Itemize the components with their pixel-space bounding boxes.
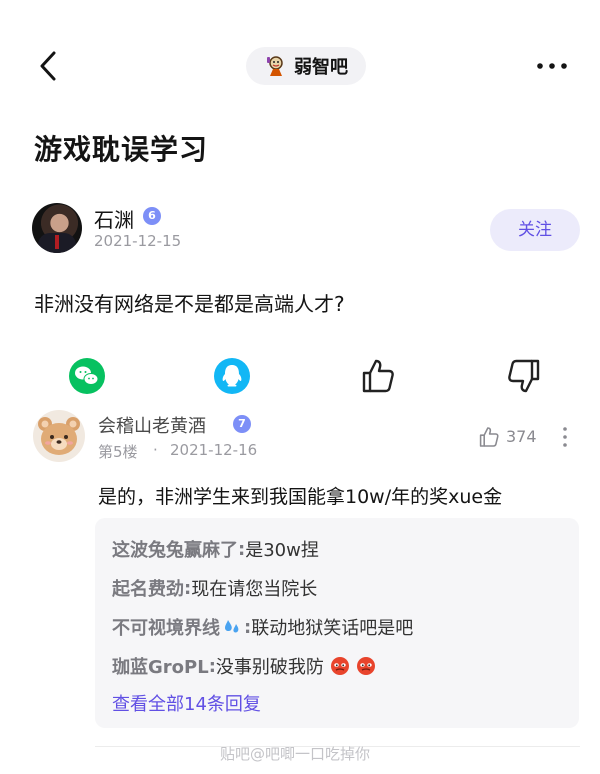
post-date: 2021-12-15 — [94, 232, 182, 250]
post-body: 非洲没有网络是不是都是高端人才? — [34, 292, 345, 316]
reply-text: 联动地狱笑话吧是吧 — [251, 618, 414, 639]
comment-meta-separator: · — [153, 441, 158, 459]
reply-user[interactable]: 这波兔兔赢麻了 — [112, 536, 238, 562]
reply-item[interactable]: 这波兔兔赢麻了: 是30w捏 — [112, 536, 319, 562]
post-title: 游戏耽误学习 — [34, 133, 209, 166]
reply-separator: : — [208, 655, 216, 677]
sweat-drops-emoji-icon — [225, 620, 239, 633]
wechat-share-icon[interactable] — [67, 356, 107, 396]
back-arrow-icon[interactable] — [36, 50, 62, 82]
comment-more-icon[interactable] — [561, 425, 569, 449]
angry-face-emoji-icon — [330, 657, 349, 675]
view-all-replies-link[interactable]: 查看全部14条回复 — [112, 690, 261, 716]
reply-item[interactable]: 不可视境界线 : 联动地狱笑话吧是吧 — [112, 614, 413, 640]
comment-like-count: 374 — [506, 427, 537, 446]
forum-pill[interactable]: 弱智吧 — [246, 47, 366, 85]
reply-separator: : — [238, 538, 246, 560]
commenter-name[interactable]: 会稽山老黄酒 — [98, 412, 206, 438]
watermark: 贴吧@吧唧一口吃掉你 — [220, 745, 371, 763]
reply-user[interactable]: 起名费劲 — [112, 575, 184, 601]
comment-body: 是的，非洲学生来到我国能拿10w/年的奖xue金 — [98, 486, 503, 508]
angry-face-emoji-icon — [356, 657, 375, 675]
thumbs-down-icon[interactable] — [504, 356, 544, 396]
comment-floor: 第5楼 — [98, 443, 138, 461]
reply-user[interactable]: 不可视境界线 — [112, 614, 220, 640]
author-avatar[interactable] — [32, 203, 82, 253]
thumbs-up-icon[interactable] — [358, 356, 398, 396]
reply-text: 现在请您当院长 — [191, 579, 318, 600]
follow-button[interactable]: 关注 — [490, 209, 580, 251]
reply-item[interactable]: 起名费劲: 现在请您当院长 — [112, 575, 317, 601]
more-options-icon[interactable] — [534, 56, 570, 76]
forum-name: 弱智吧 — [294, 57, 348, 78]
reply-user[interactable]: 珈蓝GroPL — [112, 653, 209, 679]
reply-item[interactable]: 珈蓝GroPL: 没事别破我防 — [112, 653, 376, 679]
comment-date: 2021-12-16 — [170, 441, 258, 459]
commenter-level-badge: 7 — [233, 415, 251, 433]
reply-separator: : — [244, 616, 252, 638]
author-name[interactable]: 石渊 — [94, 204, 134, 233]
reply-text: 是30w捏 — [245, 540, 319, 561]
forum-avatar-icon — [267, 56, 283, 76]
commenter-avatar[interactable] — [33, 410, 85, 462]
comment-thumbs-up-icon[interactable] — [477, 424, 501, 450]
qq-share-icon[interactable] — [212, 356, 252, 396]
reply-separator: : — [184, 577, 192, 599]
post-page: 弱智吧 游戏耽误学习 石渊 6 2021-12-15 关注 非洲没有网络是不是都… — [0, 0, 600, 774]
author-level-badge: 6 — [143, 207, 161, 225]
reply-text: 没事别破我防 — [215, 657, 324, 678]
reply-box: 这波兔兔赢麻了: 是30w捏 起名费劲: 现在请您当院长 不可视境界线 : 联动… — [95, 518, 579, 728]
